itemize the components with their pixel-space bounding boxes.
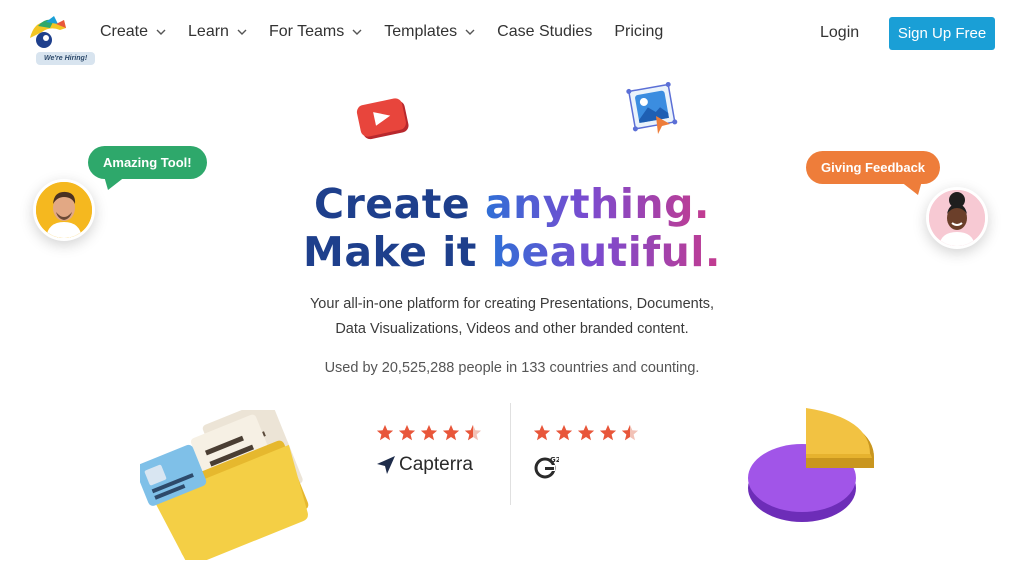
- star-icon: [442, 424, 460, 441]
- capterra-rating[interactable]: Capterra: [376, 424, 496, 476]
- star-icon: [599, 424, 617, 441]
- menu-learn-label: Learn: [188, 23, 229, 40]
- star-icon: [533, 424, 551, 441]
- half-star-icon: [621, 424, 639, 441]
- menu-for-teams-label: For Teams: [268, 23, 345, 40]
- login-link[interactable]: Login: [820, 24, 859, 42]
- star-icon: [420, 424, 438, 441]
- menu-pricing[interactable]: Pricing: [614, 23, 663, 41]
- headline-line-2-gradient: beautiful.: [491, 228, 721, 276]
- star-icon: [555, 424, 573, 441]
- main-menu: Create Learn For Teams Templates Case St…: [100, 23, 685, 41]
- chevron-down-icon: [237, 29, 247, 35]
- capterra-label: Capterra: [399, 454, 473, 475]
- menu-pricing-label: Pricing: [614, 23, 664, 40]
- hiring-badge[interactable]: We're Hiring!: [36, 52, 96, 65]
- menu-learn[interactable]: Learn: [188, 23, 247, 41]
- video-play-icon: [356, 98, 409, 140]
- chevron-down-icon: [465, 29, 475, 35]
- subtitle-line-2: Data Visualizations, Videos and other br…: [335, 321, 689, 337]
- used-by-text: Used by 20,525,288 people in 133 countri…: [324, 360, 700, 376]
- hero-subtitle: Your all-in-one platform for creating Pr…: [0, 292, 1024, 342]
- menu-create-label: Create: [100, 23, 149, 40]
- menu-templates-label: Templates: [384, 23, 458, 40]
- sign-up-button[interactable]: Sign Up Free: [889, 17, 995, 50]
- star-icon: [398, 424, 416, 441]
- g2-stars: [533, 424, 653, 442]
- half-star-icon: [464, 424, 482, 441]
- capterra-logo-icon: [377, 456, 395, 474]
- image-edit-icon: [626, 81, 678, 134]
- capterra-brand: Capterra: [376, 454, 496, 476]
- menu-for-teams[interactable]: For Teams: [269, 23, 362, 41]
- chevron-down-icon: [156, 29, 166, 35]
- chevron-down-icon: [352, 29, 362, 35]
- menu-case-studies[interactable]: Case Studies: [497, 23, 592, 41]
- capterra-stars: [376, 424, 496, 442]
- headline-line-2-dark: Make it: [303, 228, 492, 276]
- pie-chart-icon: [748, 408, 874, 522]
- star-icon: [376, 424, 394, 441]
- headline-line-1: Create anything.: [0, 180, 1024, 228]
- speech-bubble-left: Amazing Tool!: [88, 146, 207, 179]
- headline-line-1-dark: Create: [313, 180, 485, 228]
- g2-logo-superscript: G2: [550, 456, 559, 464]
- headline-line-2: Make it beautiful.: [0, 228, 1024, 276]
- ratings-divider: [510, 403, 511, 505]
- subtitle-line-1: Your all-in-one platform for creating Pr…: [309, 296, 715, 312]
- folder-documents-icon: [140, 410, 309, 560]
- g2-rating[interactable]: G2: [533, 424, 653, 480]
- top-navigation: We're Hiring! Create Learn For Teams Tem…: [0, 0, 1024, 70]
- menu-create[interactable]: Create: [100, 23, 166, 41]
- hero-headline: Create anything. Make it beautiful.: [0, 180, 1024, 276]
- g2-brand: G2: [533, 454, 653, 480]
- g2-logo-icon: G2: [534, 456, 559, 479]
- star-icon: [577, 424, 595, 441]
- headline-line-1-gradient: anything.: [484, 180, 710, 228]
- menu-case-studies-label: Case Studies: [497, 23, 593, 40]
- menu-templates[interactable]: Templates: [384, 23, 475, 41]
